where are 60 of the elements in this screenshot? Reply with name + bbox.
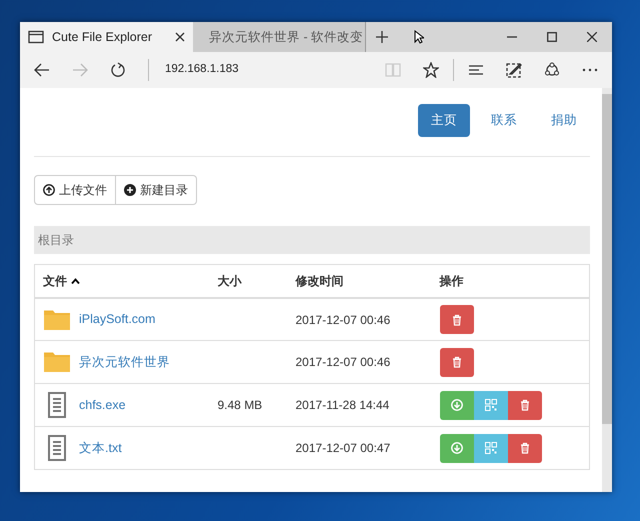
nav-pill[interactable]: 主页 [418,104,470,137]
close-icon [587,32,597,42]
column-header[interactable]: 修改时间 [288,264,432,298]
file-name-link[interactable]: chfs.exe [79,396,126,415]
qr-code-icon [484,399,496,412]
upload-icon [43,184,55,196]
lines-icon [468,64,484,76]
window-icon [28,30,44,44]
upload-button[interactable]: 上传文件 [34,174,116,205]
share-icon [544,62,560,78]
refresh-icon [110,62,126,78]
nav-pill[interactable]: 捐助 [538,104,590,137]
nav-pill[interactable]: 联系 [478,104,530,137]
close-icon [175,32,185,42]
more-icon [582,68,598,72]
maximize-icon [547,32,557,42]
qr-code-button[interactable] [474,434,508,463]
forward-arrow-icon [72,63,88,77]
document-icon [48,435,66,462]
modified-time: 2017-11-28 14:44 [296,398,390,412]
delete-button[interactable] [440,348,474,377]
mouse-cursor-icon [414,30,424,44]
modified-time: 2017-12-07 00:46 [296,312,390,326]
qr-code-button[interactable] [474,390,508,420]
scrollbar[interactable] [602,88,612,492]
qr-code-icon [484,442,496,454]
trash-icon [518,442,530,454]
trash-icon [450,356,462,368]
download-icon [450,442,462,454]
browser-tab[interactable]: 异次元软件世界 - 软件改变 [193,22,366,52]
download-button[interactable] [440,390,474,420]
file-name-link[interactable]: 异次元软件世界 [79,352,170,372]
delete-button[interactable] [508,434,542,463]
plus-circle-icon [124,184,136,196]
column-header[interactable]: 文件 [34,264,210,298]
delete-button[interactable] [440,305,474,334]
trash-icon [450,314,462,326]
column-header[interactable]: 大小 [210,264,288,298]
delete-button[interactable] [508,390,542,420]
new-folder-button[interactable]: 新建目录 [116,174,197,205]
plus-icon [375,30,389,44]
trash-icon [518,399,530,412]
file-name-link[interactable]: iPlaySoft.com [79,310,156,329]
download-icon [450,399,462,412]
column-header[interactable]: 操作 [432,264,590,298]
back-arrow-icon [34,63,50,77]
document-icon [48,392,66,418]
modified-time: 2017-12-07 00:46 [296,355,390,370]
breadcrumb: 根目录 [34,226,590,254]
pen-icon [506,62,522,78]
folder-icon [43,308,71,330]
folder-icon [43,351,71,374]
star-icon [423,62,439,78]
file-name-link[interactable]: 文本.txt [79,438,122,458]
browser-tab[interactable]: Cute File Explorer [20,22,193,52]
book-icon [385,63,401,77]
modified-time: 2017-12-07 00:47 [296,441,390,456]
file-size: 9.48 MB [218,398,262,412]
address-field[interactable]: 192.168.1.183 [155,61,371,79]
download-button[interactable] [440,434,474,463]
